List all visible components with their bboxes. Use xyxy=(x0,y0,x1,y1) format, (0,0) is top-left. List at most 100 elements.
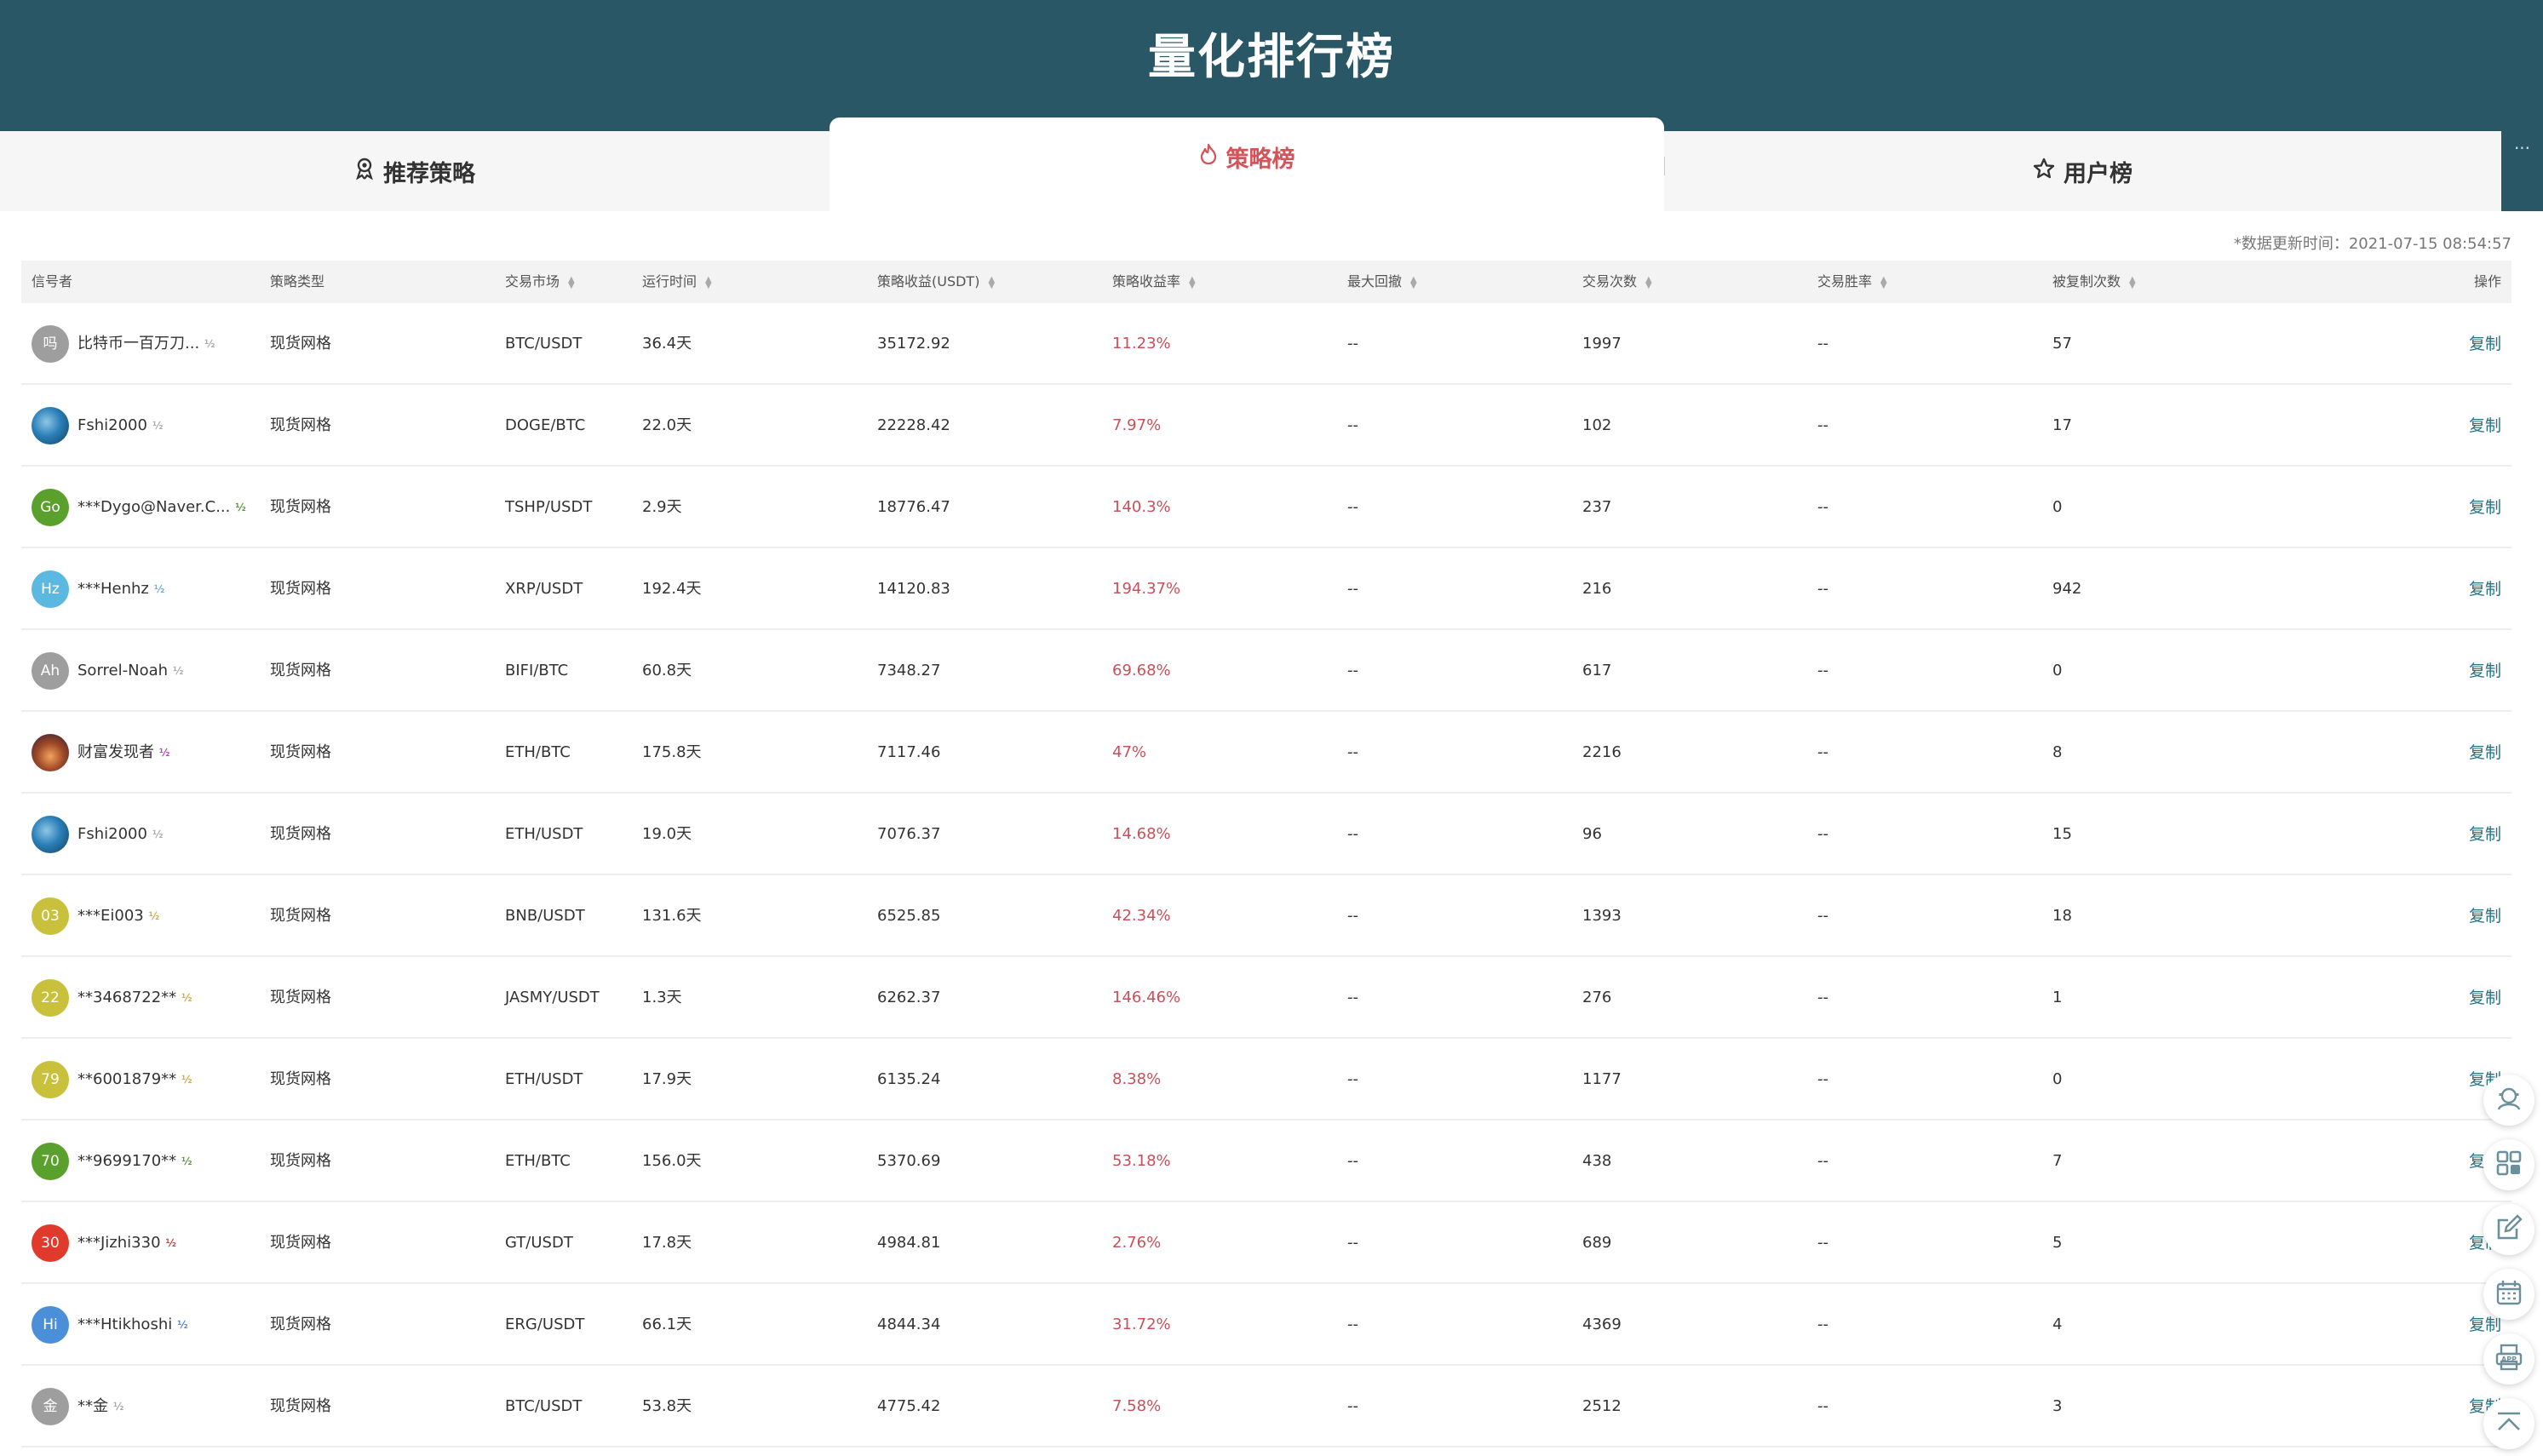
tab-users[interactable]: 用户榜 xyxy=(1664,131,2501,211)
profit-rate-cell: 194.37% xyxy=(1112,580,1181,598)
signal-provider-name[interactable]: ***Jizhi330 ½ xyxy=(77,1202,176,1284)
copy-count-cell: 15 xyxy=(2052,825,2072,843)
table-row: Hi ***Htikhoshi ½ 现货网格 ERG/USDT 66.1天 4844.34 3… xyxy=(21,1284,2511,1366)
avatar[interactable]: 22 xyxy=(32,979,69,1017)
signal-provider-name[interactable]: ***Ei003 ½ xyxy=(77,875,159,957)
win-rate-cell: -- xyxy=(1817,1397,1828,1415)
max-drawdown-cell: -- xyxy=(1347,498,1358,516)
avatar[interactable] xyxy=(32,407,69,444)
col-max-drawdown[interactable]: 最大回撤 ▲ ▼ xyxy=(1347,261,1417,303)
runtime-cell: 66.1天 xyxy=(642,1316,692,1333)
table-row: 财富发现者 ½ 现货网格 ETH/BTC 175.8天 7117.46 47% -- 2216 -… xyxy=(21,712,2511,794)
level-badge-icon: ½ xyxy=(148,910,160,922)
calendar-button[interactable] xyxy=(2483,1269,2534,1320)
back-to-top-button[interactable] xyxy=(2483,1398,2534,1449)
tab-users-label: 用户榜 xyxy=(2064,160,2133,187)
signal-provider-name[interactable]: Fshi2000 ½ xyxy=(77,385,163,467)
col-trade-count[interactable]: 交易次数 ▲ ▼ xyxy=(1582,261,1652,303)
signal-provider-name[interactable]: 比特币一百万刀... ½ xyxy=(77,303,215,385)
signal-provider-name[interactable]: **9699170** ½ xyxy=(77,1121,192,1202)
market-cell: ERG/USDT xyxy=(505,1316,585,1333)
signal-provider-name[interactable]: **3468722** ½ xyxy=(77,957,192,1039)
table-row: 金 **金 ½ 现货网格 BTC/USDT 53.8天 4775.42 7.58% -- 2512… xyxy=(21,1366,2511,1447)
signal-provider-name[interactable]: Fshi2000 ½ xyxy=(77,794,163,875)
provider-name-text: ***Htikhoshi xyxy=(77,1316,173,1333)
trade-count-cell: 4369 xyxy=(1582,1316,1622,1333)
max-drawdown-cell: -- xyxy=(1347,416,1358,434)
copy-button[interactable]: 复制 xyxy=(2469,630,2501,712)
copy-button[interactable]: 复制 xyxy=(2469,467,2501,548)
page-header: 量化排行榜 xyxy=(0,0,2543,131)
support-button[interactable] xyxy=(2483,1075,2534,1126)
runtime-cell: 53.8天 xyxy=(642,1397,692,1415)
copy-button[interactable]: 复制 xyxy=(2469,548,2501,630)
runtime-cell: 2.9天 xyxy=(642,498,682,516)
strategy-type-cell: 现货网格 xyxy=(270,1316,331,1333)
tab-more-button[interactable]: ··· xyxy=(2501,131,2543,211)
avatar[interactable] xyxy=(32,816,69,853)
avatar[interactable]: Hi xyxy=(32,1306,69,1344)
avatar[interactable]: 70 xyxy=(32,1143,69,1180)
trade-count-cell: 438 xyxy=(1582,1152,1612,1170)
signal-provider-name[interactable]: **金 ½ xyxy=(77,1366,123,1447)
signal-provider-name[interactable]: ***Htikhoshi ½ xyxy=(77,1284,188,1366)
avatar[interactable]: 金 xyxy=(32,1388,69,1425)
provider-name-text: Sorrel-Noah xyxy=(77,662,169,679)
copy-count-cell: 0 xyxy=(2052,1070,2063,1088)
profit-cell: 7076.37 xyxy=(877,825,941,843)
edit-button[interactable] xyxy=(2483,1204,2534,1255)
runtime-cell: 156.0天 xyxy=(642,1152,702,1170)
avatar[interactable]: Ah xyxy=(32,652,69,690)
provider-name-text: ***Dygo@Naver.C... xyxy=(77,498,231,516)
trade-count-cell: 102 xyxy=(1582,416,1612,434)
table-row: 79 **6001879** ½ 现货网格 ETH/USDT 17.9天 6135.24 8.… xyxy=(21,1039,2511,1121)
level-badge-icon: ½ xyxy=(181,992,192,1004)
market-cell: ETH/BTC xyxy=(505,1152,571,1170)
avatar[interactable] xyxy=(32,734,69,771)
signal-provider-name[interactable]: Sorrel-Noah ½ xyxy=(77,630,183,712)
avatar[interactable]: 30 xyxy=(32,1224,69,1262)
copy-button[interactable]: 复制 xyxy=(2469,957,2501,1039)
col-runtime[interactable]: 运行时间 ▲ ▼ xyxy=(642,261,712,303)
tab-recommended[interactable]: 推荐策略 xyxy=(0,131,829,211)
col-win-rate[interactable]: 交易胜率 ▲ ▼ xyxy=(1817,261,1887,303)
copy-button[interactable]: 复制 xyxy=(2469,385,2501,467)
signal-provider-name[interactable]: **6001879** ½ xyxy=(77,1039,192,1121)
copy-button[interactable]: 复制 xyxy=(2469,712,2501,794)
col-market[interactable]: 交易市场 ▲ ▼ xyxy=(505,261,575,303)
qrcode-button[interactable] xyxy=(2483,1139,2534,1190)
max-drawdown-cell: -- xyxy=(1347,825,1358,843)
avatar[interactable]: 03 xyxy=(32,897,69,935)
app-download-button[interactable]: APP xyxy=(2483,1333,2534,1384)
avatar[interactable]: 吗 xyxy=(32,325,69,363)
max-drawdown-cell: -- xyxy=(1347,335,1358,353)
max-drawdown-cell: -- xyxy=(1347,907,1358,925)
sort-icon: ▲ ▼ xyxy=(1645,274,1652,290)
level-badge-icon: ½ xyxy=(165,1237,176,1249)
copy-button[interactable]: 复制 xyxy=(2469,303,2501,385)
col-copy-count[interactable]: 被复制次数 ▲ ▼ xyxy=(2052,261,2136,303)
copy-count-cell: 0 xyxy=(2052,498,2063,516)
signal-provider-name[interactable]: ***Henhz ½ xyxy=(77,548,164,630)
market-cell: BIFI/BTC xyxy=(505,662,569,679)
table-row: Fshi2000 ½ 现货网格 ETH/USDT 19.0天 7076.37 14.68% -… xyxy=(21,794,2511,875)
level-badge-icon: ½ xyxy=(181,1074,192,1086)
col-profit[interactable]: 策略收益(USDT) ▲ ▼ xyxy=(877,261,995,303)
signal-provider-name[interactable]: 财富发现者 ½ xyxy=(77,712,169,794)
win-rate-cell: -- xyxy=(1817,662,1828,679)
win-rate-cell: -- xyxy=(1817,580,1828,598)
avatar[interactable]: Go xyxy=(32,489,69,526)
signal-provider-name[interactable]: ***Dygo@Naver.C... ½ xyxy=(77,467,246,548)
copy-button[interactable]: 复制 xyxy=(2469,794,2501,875)
tab-strategy[interactable]: 策略榜 xyxy=(829,118,1664,213)
max-drawdown-cell: -- xyxy=(1347,1234,1358,1252)
copy-button[interactable]: 复制 xyxy=(2469,875,2501,957)
profit-cell: 5370.69 xyxy=(877,1152,941,1170)
provider-name-text: 财富发现者 xyxy=(77,743,154,761)
col-profit-rate[interactable]: 策略收益率 ▲ ▼ xyxy=(1112,261,1196,303)
win-rate-cell: -- xyxy=(1817,498,1828,516)
avatar[interactable]: 79 xyxy=(32,1061,69,1098)
copy-count-cell: 4 xyxy=(2052,1316,2063,1333)
strategy-type-cell: 现货网格 xyxy=(270,1234,331,1252)
avatar[interactable]: Hz xyxy=(32,570,69,608)
